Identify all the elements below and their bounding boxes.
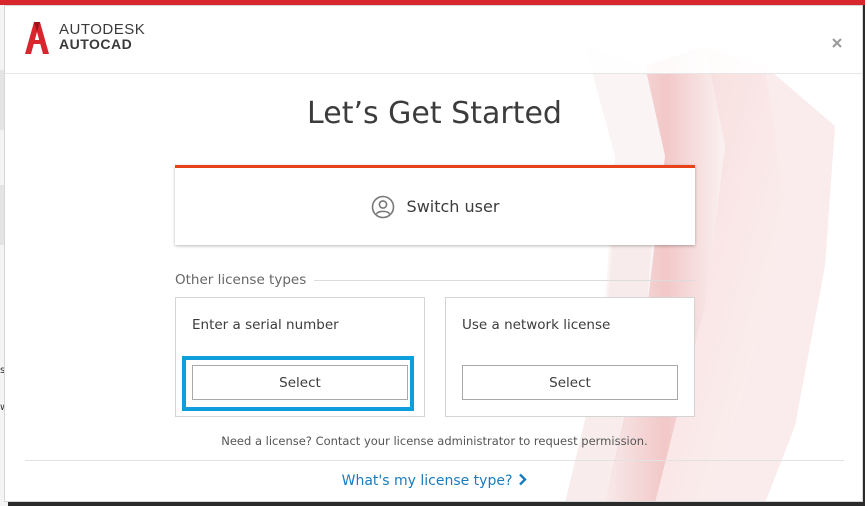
page-title: Let’s Get Started — [307, 96, 562, 131]
license-type-link[interactable]: What's my license type? — [5, 473, 862, 489]
license-type-link-text: What's my license type? — [341, 473, 513, 489]
serial-number-card: Enter a serial number Select — [175, 297, 425, 417]
network-license-card-title: Use a network license — [462, 317, 611, 333]
network-license-select-button[interactable]: Select — [462, 365, 678, 400]
decorative-ribbon-background — [565, 46, 835, 501]
footer-divider — [25, 460, 844, 461]
switch-user-button[interactable]: Switch user — [175, 165, 695, 245]
autodesk-autocad-logo: AUTODESK AUTOCAD — [23, 20, 145, 54]
other-license-types-label: Other license types — [175, 272, 315, 288]
need-license-message: Need a license? Contact your license adm… — [221, 434, 648, 448]
brand-autodesk: AUTODESK — [59, 21, 146, 38]
chevron-right-icon — [519, 473, 528, 486]
serial-number-card-title: Enter a serial number — [192, 317, 339, 333]
screen: s w — [0, 0, 865, 506]
serial-number-select-button[interactable]: Select — [192, 365, 408, 400]
close-icon[interactable] — [830, 36, 844, 50]
switch-user-label: Switch user — [406, 197, 500, 216]
brand-autocad: AUTOCAD — [59, 36, 133, 52]
license-dialog: AUTODESK AUTOCAD Let’s Get Started Switc… — [4, 5, 863, 502]
network-license-card: Use a network license Select — [445, 297, 695, 417]
user-circle-icon — [371, 195, 394, 218]
logo-wordmark: AUTODESK AUTOCAD — [59, 22, 145, 52]
dialog-header: AUTODESK AUTOCAD — [5, 6, 862, 74]
autodesk-a-logo-icon — [25, 22, 49, 54]
